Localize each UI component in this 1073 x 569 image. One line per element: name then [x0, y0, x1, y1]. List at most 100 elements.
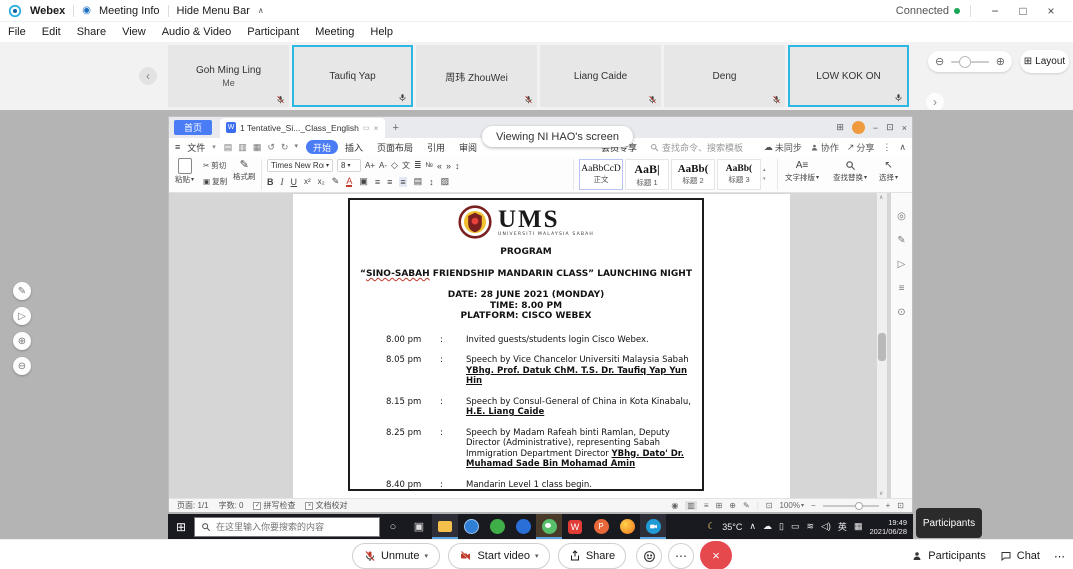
clock-app-icon[interactable]	[458, 514, 484, 539]
align-left-icon[interactable]: ≡	[375, 177, 380, 187]
collaborate-button[interactable]: 协作	[810, 141, 839, 154]
ink-icon[interactable]: ✎	[743, 501, 750, 510]
outdent-icon[interactable]: «	[437, 161, 442, 171]
redo-icon[interactable]: ↻	[281, 142, 289, 153]
share-button[interactable]: ↗分享	[847, 141, 875, 154]
menu-meeting[interactable]: Meeting	[315, 26, 354, 38]
menu-file[interactable]: File	[8, 26, 26, 38]
book-view-icon[interactable]: ⊞	[716, 501, 723, 510]
save-icon[interactable]: ▤	[224, 142, 233, 153]
font-name-select[interactable]: Times New Roma▾	[267, 159, 333, 172]
participants-panel-button[interactable]: Participants	[911, 550, 985, 562]
select-button[interactable]: ↖ 选择▾	[879, 160, 898, 183]
ribbon-tab-home[interactable]: 开始	[306, 140, 338, 154]
apps-grid-icon[interactable]: ⊞	[836, 122, 844, 133]
font-color-button[interactable]: A	[346, 177, 352, 187]
volume-icon[interactable]: ◁)	[821, 521, 831, 532]
more-options-button[interactable]: ⋯	[668, 543, 694, 569]
start-button[interactable]: ⊞	[168, 514, 194, 539]
font-size-select[interactable]: 8▾	[337, 159, 361, 172]
zoom-knob[interactable]	[855, 502, 863, 510]
green-app-icon[interactable]	[484, 514, 510, 539]
scrollbar-thumb[interactable]	[878, 333, 886, 361]
strip-expand-button[interactable]: ›	[926, 93, 944, 111]
highlight-icon[interactable]: ✎	[332, 176, 340, 187]
menu-audio-video[interactable]: Audio & Video	[162, 26, 232, 38]
line-spacing-icon[interactable]: ↕	[429, 177, 434, 187]
pointer-icon[interactable]: ▷	[13, 307, 31, 325]
scroll-up-icon[interactable]: ∧	[879, 194, 883, 201]
weather-temperature[interactable]: 35°C	[722, 522, 742, 532]
distribute-icon[interactable]: ▤	[414, 176, 423, 187]
start-video-button[interactable]: Start video ▾	[448, 543, 550, 569]
leave-meeting-button[interactable]: ×	[700, 541, 732, 569]
zoom-out-icon[interactable]: ⊖	[935, 55, 944, 68]
collapse-ribbon-icon[interactable]: ∧	[899, 142, 906, 153]
vertical-scrollbar[interactable]: ∧ ∨	[877, 193, 887, 498]
wps-restore-icon[interactable]: ⊡	[886, 122, 894, 133]
grow-font-button[interactable]: A+	[365, 161, 375, 170]
menu-participant[interactable]: Participant	[247, 26, 299, 38]
touch-keyboard-icon[interactable]: ▦	[854, 521, 863, 532]
justify-icon[interactable]: ≡	[399, 177, 406, 187]
minimize-button[interactable]: −	[981, 1, 1009, 21]
style-scroll-down-icon[interactable]: ▾	[763, 176, 766, 182]
cortana-icon[interactable]: ○	[380, 514, 406, 539]
caret-down-icon[interactable]: ▾	[425, 552, 429, 560]
presentation-app-icon[interactable]: P	[588, 514, 614, 539]
align-center-icon[interactable]: ≡	[387, 177, 392, 187]
style-heading2[interactable]: AaBb(标题 2	[671, 159, 715, 190]
typography-button[interactable]: A≡ 文字排版▾	[785, 160, 819, 183]
page-view-icon[interactable]: ▥	[685, 501, 697, 510]
eye-icon[interactable]: ◉	[671, 501, 678, 510]
unmute-button[interactable]: Unmute ▾	[352, 543, 440, 569]
webex-meet-icon[interactable]	[640, 514, 666, 539]
comment-icon[interactable]: ▭	[363, 124, 370, 132]
char-border-icon[interactable]: ▣	[359, 176, 368, 187]
fullscreen-icon[interactable]: ⊡	[897, 501, 904, 510]
wps-minimize-icon[interactable]: −	[873, 123, 878, 133]
video-tile[interactable]: Goh Ming Ling Me	[168, 45, 289, 107]
paste-button[interactable]: 粘贴▾	[175, 158, 194, 185]
ribbon-tab-references[interactable]: 引用	[420, 141, 452, 154]
ribbon-file[interactable]: 文件	[180, 141, 212, 154]
zoom-slider-knob[interactable]	[959, 56, 971, 68]
taskbar-clock[interactable]: 19:49 2021/06/28	[869, 518, 907, 536]
ribbon-tab-page-layout[interactable]: 页面布局	[370, 141, 420, 154]
web-view-icon[interactable]: ⊕	[729, 501, 736, 510]
zoom-out-icon[interactable]: −	[811, 501, 816, 510]
case-icon[interactable]: 文	[402, 160, 410, 171]
style-heading3[interactable]: AaBb(标题 3	[717, 159, 761, 190]
wps-close-icon[interactable]: ×	[902, 123, 907, 133]
ribbon-search[interactable]: 查找命令、搜索模板	[650, 141, 743, 154]
fit-page-icon[interactable]: ⊡	[766, 501, 773, 510]
spell-check-toggle[interactable]: ✓拼写检查	[253, 500, 295, 511]
underline-button[interactable]: U	[291, 177, 298, 187]
blue-app-icon[interactable]	[510, 514, 536, 539]
file-explorer-icon[interactable]	[432, 514, 458, 539]
meeting-info-button[interactable]: Meeting Info	[99, 5, 160, 17]
shading-icon[interactable]: ▨	[441, 176, 450, 187]
new-tab-icon[interactable]: +	[393, 122, 399, 134]
layout-button[interactable]: ⊞ Layout	[1020, 50, 1069, 73]
pen-icon[interactable]: ✎	[897, 235, 905, 246]
zoom-in-icon[interactable]: ⊕	[996, 55, 1005, 68]
video-tile[interactable]: 周玮 ZhouWei	[416, 45, 537, 107]
zoom-level[interactable]: 100%▾	[779, 501, 803, 510]
caret-down-icon[interactable]: ▾	[294, 142, 298, 153]
tray-expand-icon[interactable]: ∧	[749, 521, 756, 532]
find-replace-button[interactable]: 查找替换▾	[833, 160, 867, 183]
zoom-out-icon[interactable]: ⊖	[13, 357, 31, 375]
bold-button[interactable]: B	[267, 177, 274, 187]
usb-icon[interactable]: ▭	[791, 521, 800, 532]
taskbar-search[interactable]	[194, 517, 380, 537]
style-heading1[interactable]: AaB|标题 1	[625, 159, 669, 190]
superscript-button[interactable]: x²	[304, 177, 311, 186]
zoom-slider[interactable]	[823, 505, 879, 507]
cut-button[interactable]: ✂剪切	[203, 160, 226, 171]
annotate-icon[interactable]: ✎	[13, 282, 31, 300]
assistant-icon[interactable]: ◎	[897, 211, 906, 222]
zoom-in-icon[interactable]: ⊕	[13, 332, 31, 350]
word-count[interactable]: 字数: 0	[219, 500, 244, 511]
close-tab-icon[interactable]: ×	[374, 123, 379, 133]
